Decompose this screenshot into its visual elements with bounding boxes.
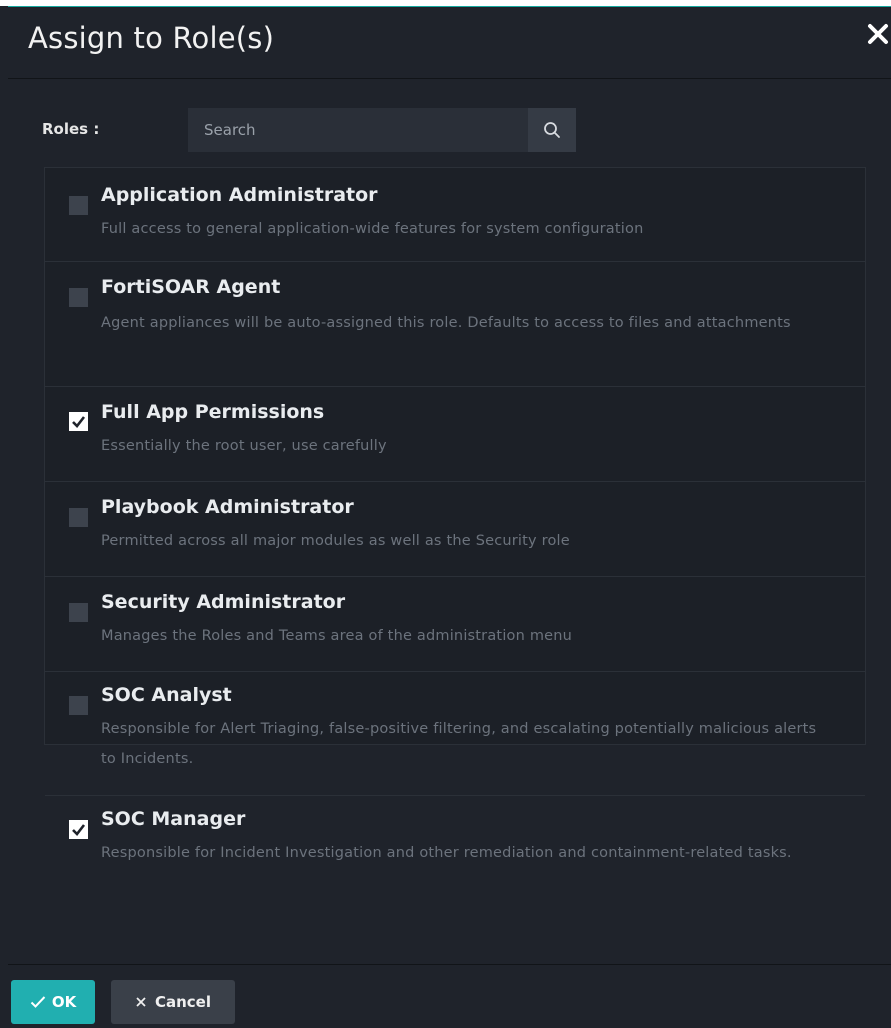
role-name: Full App Permissions [101,401,325,423]
search-button[interactable] [528,108,576,152]
close-button[interactable] [865,21,891,47]
role-checkbox[interactable] [69,508,88,527]
ok-button[interactable]: OK [11,980,95,1024]
role-item-soc-analyst[interactable]: SOC Analyst Responsible for Alert Triagi… [45,672,865,796]
role-name: SOC Analyst [101,684,232,706]
role-name: FortiSOAR Agent [101,276,281,298]
role-item-fortisoar-agent[interactable]: FortiSOAR Agent Agent appliances will be… [45,262,865,387]
cancel-label: Cancel [154,993,211,1011]
search-input[interactable] [188,108,528,152]
role-checkbox[interactable] [69,412,88,431]
cancel-button[interactable]: Cancel [111,980,235,1024]
role-checkbox[interactable] [69,603,88,622]
role-search [188,108,576,152]
dialog-title: Assign to Role(s) [28,21,275,55]
role-description: Agent appliances will be auto-assigned t… [101,315,791,331]
role-name: Security Administrator [101,591,346,613]
role-item-application-administrator[interactable]: Application Administrator Full access to… [45,168,865,262]
role-item-full-app-permissions[interactable]: Full App Permissions Essentially the roo… [45,387,865,482]
close-icon [868,24,888,44]
ok-label: OK [51,993,77,1011]
role-name: SOC Manager [101,808,246,830]
role-checkbox[interactable] [69,696,88,715]
role-description: Permitted across all major modules as we… [101,533,570,549]
role-checkbox[interactable] [69,820,88,839]
role-name: Application Administrator [101,184,378,206]
role-checkbox[interactable] [69,288,88,307]
role-name: Playbook Administrator [101,496,354,518]
search-icon [544,122,560,138]
role-description: Manages the Roles and Teams area of the … [101,628,573,644]
role-list: Application Administrator Full access to… [44,167,866,861]
role-description: Essentially the root user, use carefully [101,438,387,454]
checkmark-icon [72,416,86,428]
role-checkbox[interactable] [69,196,88,215]
x-icon [136,997,146,1007]
role-description: Responsible for Incident Investigation a… [101,845,792,861]
check-icon [30,996,46,1008]
role-item-playbook-administrator[interactable]: Playbook Administrator Permitted across … [45,482,865,577]
roles-label: Roles : [42,120,100,138]
checkmark-icon [72,824,86,836]
role-item-security-administrator[interactable]: Security Administrator Manages the Roles… [45,577,865,672]
dialog-footer: OK Cancel [8,964,891,1028]
role-description: Full access to general application-wide … [101,221,644,237]
dialog-header: Assign to Role(s) [8,7,891,79]
assign-roles-dialog: Assign to Role(s) Roles : Application Ad… [8,6,891,1027]
role-description: Responsible for Alert Triaging, false-po… [101,721,817,767]
